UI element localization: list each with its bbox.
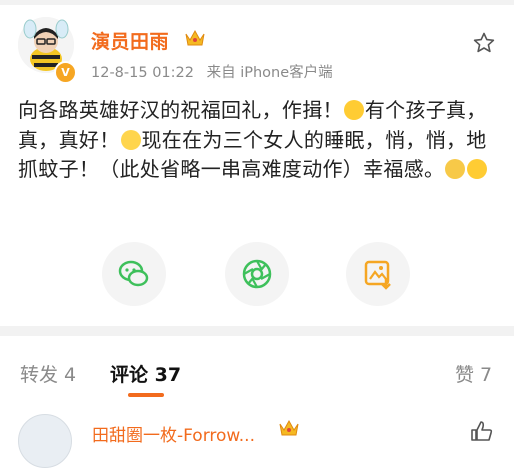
post-text: 向各路英雄好汉的祝福回礼，作揖！ 有个孩子真，真，真好！ 现在在为三个女人的睡眠，悄… [18,96,498,185]
section-divider [0,326,514,336]
commenter-avatar[interactable] [18,414,72,468]
author-name[interactable]: 演员田雨 [91,27,169,54]
post-source: 来自 iPhone客户端 [206,65,333,81]
sunglasses-emoji-icon [467,159,488,179]
top-divider [0,0,514,5]
favorite-star-icon[interactable] [472,31,496,55]
crown-icon [185,29,205,46]
save-image-button[interactable] [346,242,410,306]
thumbs-up-icon[interactable] [470,420,494,442]
share-wechat-button[interactable] [102,242,166,306]
commenter-name[interactable]: 田甜圈一枚-Forrow... [92,421,255,446]
post-meta: 12-8-15 01:22 来自 iPhone客户端 [91,61,341,82]
crown-icon [279,419,299,436]
tab-like[interactable]: 赞 7 [455,360,492,387]
laugh-emoji-icon [343,100,364,120]
verified-badge: V [54,61,77,84]
think-emoji-icon [445,159,466,179]
cry-emoji-icon [120,129,141,150]
tab-repost[interactable]: 转发 4 [20,360,76,387]
tab-comment[interactable]: 评论 37 [110,360,181,387]
post-text-part-1: 向各路英雄好汉的祝福回礼，作揖！ [18,98,343,122]
post-time: 12-8-15 01:22 [91,65,194,81]
wechat-icon [118,260,149,287]
share-moments-button[interactable] [225,242,289,306]
active-tab-indicator [128,393,164,397]
moments-icon [242,259,272,289]
save-image-icon [364,260,391,290]
